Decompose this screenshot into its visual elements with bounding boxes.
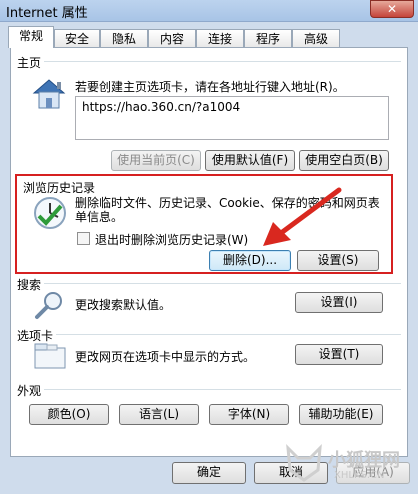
- tab-advanced[interactable]: 高级: [292, 29, 340, 48]
- history-clock-icon: [34, 197, 66, 229]
- annotation-arrow-icon: [263, 187, 342, 246]
- watermark-subtext: XHLKS.CN: [334, 470, 385, 481]
- home-url-input[interactable]: https://hao.360.cn/?a1004: [75, 96, 389, 140]
- home-section-label: 主页: [17, 54, 45, 71]
- search-settings-button[interactable]: 设置(I): [295, 292, 383, 313]
- tab-general[interactable]: 常规: [8, 26, 54, 48]
- tabbed-window-icon: [34, 343, 66, 369]
- section-divider: [17, 61, 401, 62]
- use-blank-button[interactable]: 使用空白页(B): [299, 150, 389, 171]
- use-default-button[interactable]: 使用默认值(F): [205, 150, 295, 171]
- colors-button[interactable]: 颜色(O): [29, 404, 109, 425]
- home-description: 若要创建主页选项卡，请在各地址行键入地址(R)。: [75, 80, 345, 94]
- house-icon: [32, 79, 66, 109]
- languages-button[interactable]: 语言(L): [119, 404, 199, 425]
- close-icon: ✕: [386, 2, 398, 16]
- general-panel: 主页 若要创建主页选项卡，请在各地址行键入地址(R)。 https://hao.…: [10, 47, 408, 457]
- search-icon: [35, 292, 62, 319]
- tab-content[interactable]: 内容: [148, 29, 196, 48]
- tabs-settings-button[interactable]: 设置(T): [295, 344, 383, 365]
- appearance-section-label: 外观: [17, 382, 45, 399]
- section-divider: [17, 389, 401, 390]
- tab-security[interactable]: 安全: [54, 29, 100, 48]
- tab-connections[interactable]: 连接: [196, 29, 244, 48]
- use-current-button[interactable]: 使用当前页(C): [111, 150, 201, 171]
- ok-button[interactable]: 确定: [172, 462, 246, 484]
- title-bar: Internet 属性 ✕: [0, 0, 418, 22]
- tab-privacy[interactable]: 隐私: [100, 29, 148, 48]
- window-title: Internet 属性: [6, 6, 88, 21]
- close-button[interactable]: ✕: [370, 0, 414, 18]
- fonts-button[interactable]: 字体(N): [209, 404, 289, 425]
- accessibility-button[interactable]: 辅助功能(E): [299, 404, 383, 425]
- search-description: 更改搜索默认值。: [75, 298, 172, 312]
- section-divider: [17, 334, 401, 335]
- delete-on-exit-label: 退出时删除浏览历史记录(W): [95, 233, 249, 247]
- watermark-text: 小狐狸网: [328, 450, 400, 471]
- history-section-label: 浏览历史记录: [23, 179, 99, 196]
- home-url-text: https://hao.360.cn/?a1004: [82, 100, 241, 114]
- tabs-description: 更改网页在选项卡中显示的方式。: [75, 350, 256, 364]
- tab-programs[interactable]: 程序: [244, 29, 292, 48]
- section-divider: [17, 283, 401, 284]
- fox-logo-icon: [286, 444, 322, 482]
- delete-on-exit-checkbox[interactable]: [77, 232, 90, 245]
